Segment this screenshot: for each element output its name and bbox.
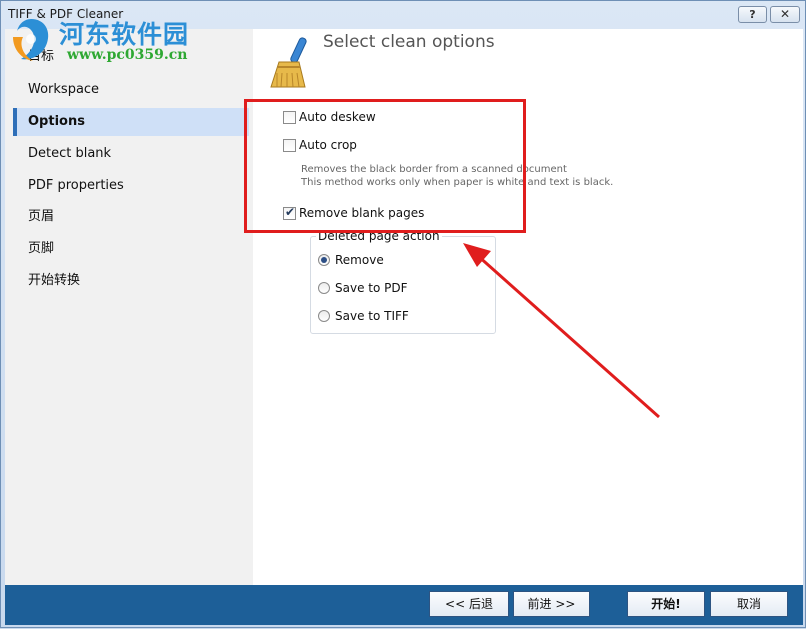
sidebar-item-options[interactable]: Options xyxy=(13,108,249,136)
radio-remove[interactable] xyxy=(318,254,330,266)
sidebar: 目标 Workspace Options Detect blank PDF pr… xyxy=(5,29,253,585)
sidebar-item-workspace[interactable]: Workspace xyxy=(13,76,251,104)
sidebar-item-label: Detect blank xyxy=(28,146,112,161)
start-button[interactable]: 开始! xyxy=(627,591,705,617)
page-title: Select clean options xyxy=(323,32,495,52)
sidebar-item-detect-blank[interactable]: Detect blank xyxy=(13,140,251,168)
help-icon: ? xyxy=(749,8,756,21)
sidebar-item-footer[interactable]: 页脚 xyxy=(13,235,251,263)
sidebar-item-label: Workspace xyxy=(28,82,100,97)
app-window: TIFF & PDF Cleaner ? ✕ 目标 Workspace Opti… xyxy=(0,0,806,628)
sidebar-item-pdf-properties[interactable]: PDF properties xyxy=(13,172,251,200)
radio-save-to-tiff[interactable] xyxy=(318,310,330,322)
sidebar-item-label: 开始转换 xyxy=(28,273,81,288)
back-button[interactable]: << 后退 xyxy=(429,591,509,617)
radio-remove-label: Remove xyxy=(335,253,384,267)
sidebar-item-label: PDF properties xyxy=(28,178,124,193)
cancel-button[interactable]: 取消 xyxy=(710,591,788,617)
sidebar-item-start-convert[interactable]: 开始转换 xyxy=(13,267,251,295)
radio-save-to-tiff-label: Save to TIFF xyxy=(335,309,409,323)
radio-save-to-pdf-label: Save to PDF xyxy=(335,281,408,295)
watermark-url: www.pc0359.cn xyxy=(67,47,188,63)
watermark-title: 河东软件园 xyxy=(59,20,190,49)
radio-save-to-pdf[interactable] xyxy=(318,282,330,294)
help-button[interactable]: ? xyxy=(738,6,767,23)
sidebar-item-label: Options xyxy=(28,114,85,129)
sidebar-item-label: 页脚 xyxy=(28,241,55,256)
broom-icon xyxy=(270,37,307,88)
watermark-logo-icon xyxy=(13,19,49,61)
sidebar-item-label: 页眉 xyxy=(28,209,55,224)
sidebar-item-header[interactable]: 页眉 xyxy=(13,203,251,231)
annotation-highlight-box xyxy=(244,99,526,233)
next-button[interactable]: 前进 >> xyxy=(513,591,590,617)
watermark: 河东软件园 www.pc0359.cn xyxy=(7,13,207,69)
close-icon: ✕ xyxy=(779,7,791,21)
close-button[interactable]: ✕ xyxy=(770,6,800,23)
footer-bar: << 后退 前进 >> 开始! 取消 xyxy=(5,585,803,625)
